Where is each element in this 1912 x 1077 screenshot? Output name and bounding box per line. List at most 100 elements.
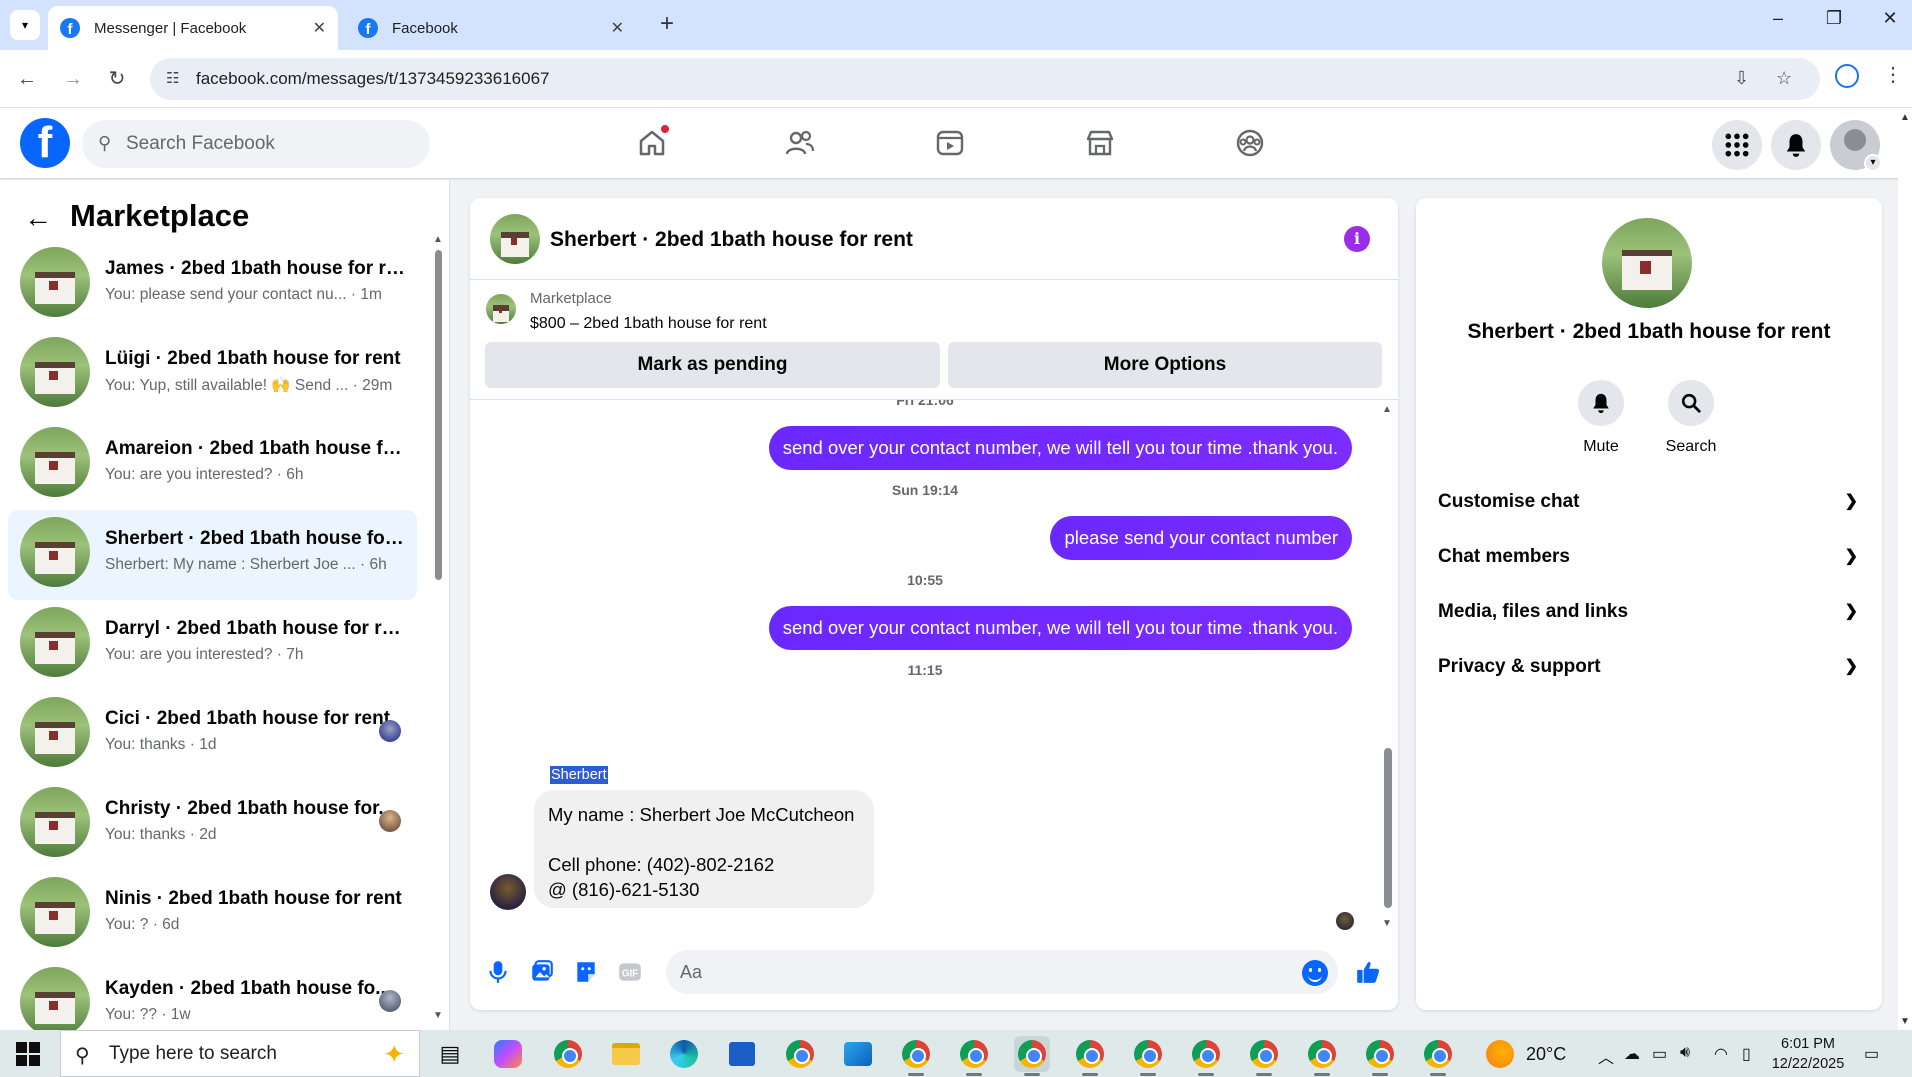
- search-in-conversation-button[interactable]: Search: [1656, 380, 1726, 456]
- notifications-button[interactable]: [1771, 120, 1821, 170]
- conversation-item[interactable]: Kayden · 2bed 1bath house fo... You: ?? …: [8, 960, 417, 1030]
- conversation-item[interactable]: Cici · 2bed 1bath house for rent You: th…: [8, 690, 417, 780]
- facebook-search-input[interactable]: [126, 128, 416, 160]
- new-tab-button[interactable]: +: [652, 10, 682, 40]
- outgoing-message[interactable]: send over your contact number, we will t…: [768, 426, 1352, 470]
- scroll-up-icon[interactable]: ▲: [1382, 404, 1392, 415]
- scroll-down-icon[interactable]: ▼: [1900, 1016, 1910, 1027]
- conversation-item[interactable]: Darryl · 2bed 1bath house for rent You: …: [8, 600, 417, 690]
- attach-media-button[interactable]: [528, 958, 556, 986]
- outgoing-message[interactable]: please send your contact number: [1050, 516, 1352, 560]
- wifi-icon[interactable]: ◠: [1714, 1044, 1728, 1064]
- close-window-button[interactable]: ✕: [1870, 8, 1910, 38]
- emoji-icon[interactable]: [1302, 960, 1328, 986]
- browser-profile-icon[interactable]: [1835, 64, 1859, 88]
- section-customise-chat[interactable]: Customise chat ❯: [1438, 480, 1868, 524]
- site-info-icon[interactable]: ☷: [166, 69, 179, 87]
- back-arrow-icon[interactable]: ←: [24, 202, 52, 234]
- nav-watch[interactable]: [920, 118, 980, 168]
- chrome-window-icon[interactable]: [1420, 1036, 1456, 1076]
- incoming-message[interactable]: My name : Sherbert Joe McCutcheon Cell p…: [534, 790, 874, 908]
- close-tab-icon[interactable]: ✕: [313, 18, 326, 38]
- conversation-item[interactable]: Amareion · 2bed 1bath house fo... You: a…: [8, 420, 417, 510]
- conversation-item[interactable]: James · 2bed 1bath house for rent You: p…: [8, 240, 417, 330]
- chrome-window-icon[interactable]: [898, 1036, 934, 1076]
- chrome-window-icon[interactable]: [1188, 1036, 1224, 1076]
- section-media-files-links[interactable]: Media, files and links ❯: [1438, 590, 1868, 634]
- notification-center-icon[interactable]: ▭: [1864, 1044, 1879, 1064]
- reload-button[interactable]: ↻: [102, 64, 132, 94]
- conversation-item[interactable]: Lüigi · 2bed 1bath house for rent You: Y…: [8, 330, 417, 420]
- scroll-up-icon[interactable]: ▲: [1900, 112, 1910, 123]
- conversation-item-selected[interactable]: Sherbert · 2bed 1bath house for ... Sher…: [8, 510, 417, 600]
- chrome-icon[interactable]: [550, 1036, 586, 1072]
- section-chat-members[interactable]: Chat members ❯: [1438, 535, 1868, 579]
- tab-search-button[interactable]: ▾: [10, 10, 40, 40]
- account-avatar[interactable]: ▾: [1830, 120, 1882, 172]
- message-input-container[interactable]: [666, 950, 1338, 994]
- task-view-icon[interactable]: ▤: [432, 1036, 468, 1072]
- voice-clip-button[interactable]: [484, 958, 512, 986]
- mute-button[interactable]: Mute: [1566, 380, 1636, 456]
- chrome-window-icon[interactable]: [1072, 1036, 1108, 1076]
- outgoing-message[interactable]: send over your contact number, we will t…: [768, 606, 1352, 650]
- browser-menu-icon[interactable]: ⋮: [1883, 62, 1903, 87]
- battery-icon[interactable]: ▭: [1652, 1044, 1667, 1064]
- facebook-search[interactable]: ⚲: [82, 120, 430, 168]
- listing-thumbnail[interactable]: [486, 294, 516, 324]
- scrollbar-thumb[interactable]: [1384, 748, 1392, 908]
- chrome-window-icon[interactable]: [1304, 1036, 1340, 1076]
- gif-button[interactable]: GIF: [616, 958, 644, 986]
- outlook-icon[interactable]: [840, 1036, 876, 1072]
- edge-icon[interactable]: [666, 1036, 702, 1072]
- taskbar-clock[interactable]: 6:01 PM 12/22/2025: [1768, 1034, 1848, 1074]
- install-app-icon[interactable]: ⇩: [1734, 68, 1749, 89]
- store-icon[interactable]: [724, 1036, 760, 1072]
- taskbar-search[interactable]: ⚲ ✦: [60, 1030, 420, 1077]
- back-button[interactable]: ←: [12, 64, 42, 94]
- sidebar-scrollbar[interactable]: ▲ ▼: [433, 234, 443, 1021]
- onedrive-icon[interactable]: ☁: [1624, 1044, 1640, 1064]
- facebook-logo[interactable]: f: [20, 118, 70, 168]
- windows-start-icon[interactable]: [16, 1042, 40, 1066]
- minimize-button[interactable]: –: [1758, 8, 1798, 38]
- message-input[interactable]: [680, 958, 1260, 986]
- copilot-icon[interactable]: [490, 1036, 526, 1072]
- like-button[interactable]: [1354, 958, 1382, 986]
- close-tab-icon[interactable]: ✕: [611, 18, 624, 38]
- sender-avatar[interactable]: [490, 874, 526, 910]
- chrome-window-icon[interactable]: [1246, 1036, 1282, 1076]
- nav-home[interactable]: [622, 118, 682, 168]
- chrome-window-icon[interactable]: [1362, 1036, 1398, 1076]
- chat-title[interactable]: Sherbert · 2bed 1bath house for rent: [550, 228, 913, 252]
- conversation-item[interactable]: Christy · 2bed 1bath house for... You: t…: [8, 780, 417, 870]
- chrome-window-icon[interactable]: [1014, 1036, 1050, 1076]
- chrome-icon[interactable]: [782, 1036, 818, 1072]
- scroll-down-icon[interactable]: ▼: [1382, 918, 1392, 929]
- bookmark-star-icon[interactable]: ☆: [1776, 68, 1792, 89]
- url-text[interactable]: facebook.com/messages/t/1373459233616067: [196, 69, 549, 89]
- chat-scrollbar[interactable]: ▲ ▼: [1380, 400, 1394, 930]
- omnibox[interactable]: ☷ facebook.com/messages/t/13734592336160…: [150, 58, 1820, 100]
- page-scrollbar[interactable]: ▲ ▼: [1898, 112, 1912, 1030]
- conversation-item[interactable]: Ninis · 2bed 1bath house for rent You: ?…: [8, 870, 417, 960]
- more-options-button[interactable]: More Options: [948, 342, 1382, 388]
- conversation-info-icon[interactable]: i: [1344, 226, 1370, 252]
- temperature[interactable]: 20°C: [1526, 1044, 1566, 1065]
- nav-friends[interactable]: [770, 118, 830, 168]
- chrome-window-icon[interactable]: [1130, 1036, 1166, 1076]
- mark-as-pending-button[interactable]: Mark as pending: [485, 342, 940, 388]
- scroll-down-icon[interactable]: ▼: [433, 1010, 443, 1021]
- section-privacy-support[interactable]: Privacy & support ❯: [1438, 645, 1868, 689]
- volume-icon[interactable]: 🔊︎: [1680, 1044, 1690, 1062]
- taskbar-search-input[interactable]: [109, 1041, 329, 1067]
- file-explorer-icon[interactable]: [608, 1036, 644, 1072]
- conversation-avatar[interactable]: [1602, 218, 1692, 308]
- scroll-up-icon[interactable]: ▲: [433, 234, 443, 245]
- restore-button[interactable]: ❐: [1814, 8, 1854, 38]
- tab-messenger[interactable]: f Messenger | Facebook ✕: [48, 6, 338, 50]
- listing-title[interactable]: $800 – 2bed 1bath house for rent: [530, 315, 767, 333]
- menu-button[interactable]: [1712, 120, 1762, 170]
- chat-thumbnail[interactable]: [490, 214, 540, 264]
- device-icon[interactable]: ▯: [1742, 1044, 1751, 1064]
